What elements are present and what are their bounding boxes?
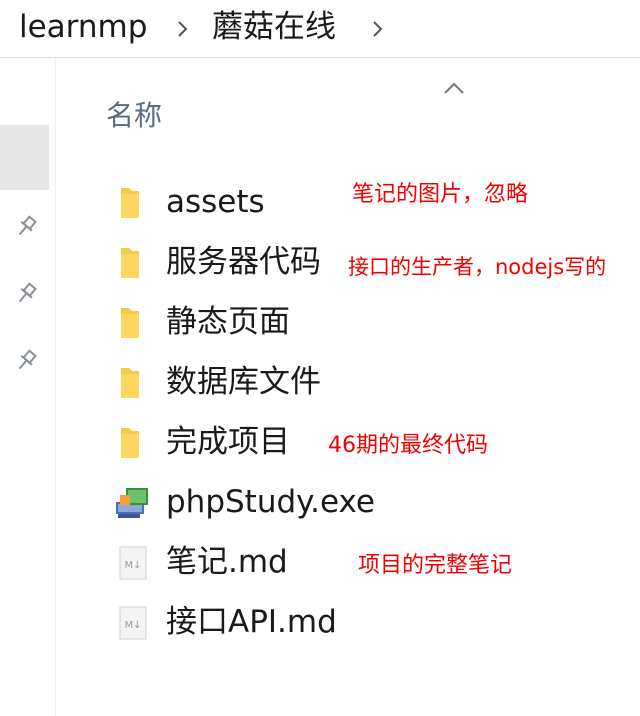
annotation-notes: 项目的完整笔记 [358,553,513,578]
column-header-name[interactable]: 名称 [106,98,162,134]
annotation-final-project: 46期的最终代码 [328,433,488,458]
annotation-assets: 笔记的图片，忽略 [352,182,529,207]
pin-icon[interactable] [13,214,39,240]
breadcrumb: learnmp 蘑菇在线 [0,0,640,58]
pin-icon[interactable] [13,281,39,307]
folder-icon [121,188,139,218]
markdown-file-icon: M↓ [119,546,147,580]
list-item[interactable]: M↓ 接口API.md [106,594,636,650]
pin-icon[interactable] [13,348,39,374]
chevron-up-icon[interactable] [441,80,467,96]
file-name[interactable]: 接口API.md [166,602,337,642]
breadcrumb-item-learnmp[interactable]: learnmp [19,7,147,47]
folder-icon [121,368,139,398]
list-item[interactable]: 数据库文件 [106,354,636,410]
list-item[interactable]: phpStudy.exe [106,474,636,530]
file-name[interactable]: assets [166,182,265,222]
file-name[interactable]: 笔记.md [166,542,288,582]
annotation-server-code: 接口的生产者，nodejs写的 [348,255,607,279]
nav-selected-item[interactable] [0,125,49,190]
navigation-pane [0,58,55,716]
breadcrumb-item-current-folder[interactable]: 蘑菇在线 [212,7,336,47]
file-name[interactable]: 静态页面 [166,302,290,342]
file-explorer-window: learnmp 蘑菇在线 名称 assets 服务器代码 静态页面 数据库文件 … [0,0,640,716]
file-name[interactable]: 服务器代码 [166,242,321,282]
list-item[interactable]: 静态页面 [106,294,636,350]
svg-text:M↓: M↓ [124,560,141,571]
folder-icon [121,308,139,338]
application-icon [116,488,148,518]
chevron-right-icon[interactable] [174,18,192,40]
pane-divider[interactable] [55,58,56,716]
markdown-file-icon: M↓ [119,606,147,640]
svg-text:M↓: M↓ [124,620,141,631]
folder-icon [121,248,139,278]
chevron-right-icon[interactable] [369,18,387,40]
file-name[interactable]: 数据库文件 [166,362,321,402]
file-name[interactable]: phpStudy.exe [166,482,375,522]
folder-icon [121,428,139,458]
file-name[interactable]: 完成项目 [166,422,290,462]
